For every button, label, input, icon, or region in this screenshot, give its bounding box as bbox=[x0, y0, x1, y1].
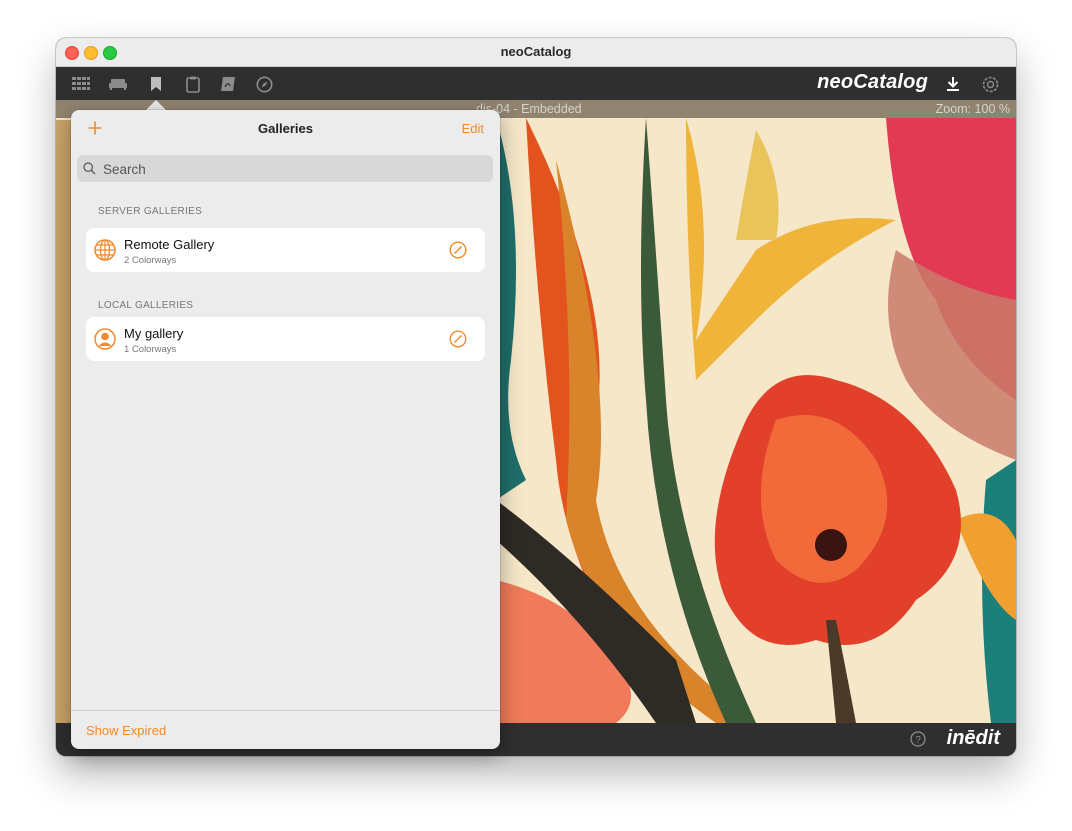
search-input[interactable] bbox=[101, 159, 485, 180]
title-bar: neoCatalog bbox=[56, 38, 1016, 67]
disabled-circle-icon[interactable] bbox=[449, 241, 467, 259]
gallery-subtitle: 2 Colorways bbox=[124, 255, 177, 266]
compass-icon[interactable] bbox=[254, 74, 274, 94]
settings-gear-icon[interactable] bbox=[980, 74, 1000, 94]
gallery-subtitle: 1 Colorways bbox=[124, 344, 177, 355]
zoom-level: Zoom: 100 % bbox=[935, 102, 1010, 116]
grid-icon[interactable] bbox=[71, 74, 91, 94]
show-expired-button[interactable]: Show Expired bbox=[86, 723, 166, 738]
popover-footer: Show Expired bbox=[71, 710, 500, 749]
help-icon[interactable]: ? bbox=[910, 731, 926, 747]
search-icon bbox=[83, 162, 96, 175]
svg-text:?: ? bbox=[915, 735, 921, 746]
pdf-icon[interactable] bbox=[218, 74, 238, 94]
inedit-logo: inēdit bbox=[946, 727, 1000, 749]
gallery-title: Remote Gallery bbox=[124, 237, 215, 252]
gallery-item-remote[interactable]: Remote Gallery 2 Colorways bbox=[86, 228, 485, 272]
globe-icon bbox=[94, 239, 116, 261]
brand-logo: neoCatalog bbox=[817, 71, 928, 93]
local-galleries-header: LOCAL GALLERIES bbox=[98, 300, 194, 311]
toolbar: neoCatalog bbox=[56, 67, 1016, 100]
popover-title: Galleries bbox=[258, 121, 313, 136]
galleries-popover: Galleries Edit SERVER GALLERIES Remote G… bbox=[71, 110, 500, 749]
popover-arrow bbox=[146, 100, 166, 110]
search-field[interactable] bbox=[77, 155, 493, 182]
gallery-title: My gallery bbox=[124, 326, 184, 341]
window-title: neoCatalog bbox=[500, 44, 572, 59]
clipboard-icon[interactable] bbox=[183, 74, 203, 94]
gallery-item-my-gallery[interactable]: My gallery 1 Colorways bbox=[86, 317, 485, 361]
sofa-icon[interactable] bbox=[108, 74, 128, 94]
person-circle-icon bbox=[94, 328, 116, 350]
disabled-circle-icon[interactable] bbox=[449, 330, 467, 348]
bookmark-icon[interactable] bbox=[146, 74, 166, 94]
download-icon[interactable] bbox=[943, 74, 963, 94]
server-galleries-header: SERVER GALLERIES bbox=[98, 206, 203, 217]
edit-button[interactable]: Edit bbox=[462, 121, 484, 136]
